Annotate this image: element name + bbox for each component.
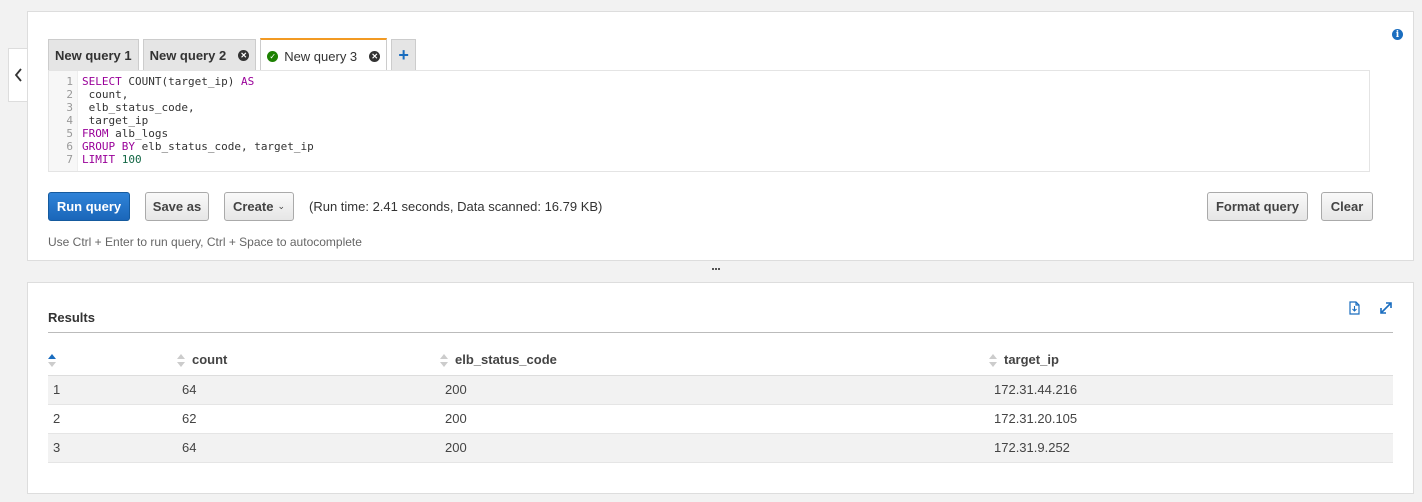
create-dropdown-button[interactable]: Create ⌄ [224, 192, 294, 221]
code-line: 2 count, [49, 88, 128, 101]
sort-icon [48, 354, 57, 368]
collapse-sidebar-toggle[interactable] [8, 48, 28, 102]
code-line: 5 FROM alb_logs [49, 127, 168, 140]
keyboard-hint: Use Ctrl + Enter to run query, Ctrl + Sp… [48, 235, 362, 249]
table-cell: 3 [48, 433, 177, 463]
code-text: elb_status_code, [82, 101, 195, 114]
run-query-label: Run query [56, 199, 122, 214]
table-header-row: count elb_status_code target_ip [48, 345, 1393, 376]
plus-icon: + [398, 45, 409, 65]
tab-label: New query 3 [284, 48, 358, 64]
save-as-label: Save as [152, 199, 202, 214]
clear-label: Clear [1330, 199, 1364, 214]
query-tabs: New query 1 New query 2 ✕ ✓ New query 3 … [48, 37, 420, 72]
line-number: 6 [66, 140, 73, 153]
column-header-elb-status-code[interactable]: elb_status_code [440, 345, 989, 376]
caret-down-icon: ⌄ [277, 201, 285, 211]
code-text: FROM alb_logs [82, 127, 169, 140]
table-cell: 2 [48, 404, 177, 434]
format-query-button[interactable]: Format query [1207, 192, 1308, 221]
tab-new-query-1[interactable]: New query 1 [48, 39, 139, 71]
table-cell: 172.31.44.216 [989, 375, 1393, 405]
table-cell: 200 [440, 404, 989, 434]
line-number: 3 [66, 101, 73, 114]
table-row: 3 64 200 172.31.9.252 [48, 433, 1393, 463]
format-query-label: Format query [1215, 199, 1300, 214]
table-cell: 200 [440, 375, 989, 405]
results-table: count elb_status_code target_ip 1 64 200… [48, 345, 1393, 463]
code-line: 6 GROUP BY elb_status_code, target_ip [49, 140, 313, 153]
code-text: SELECT COUNT(target_ip) AS [82, 75, 255, 88]
create-label: Create [232, 199, 274, 214]
table-row: 2 62 200 172.31.20.105 [48, 404, 1393, 434]
column-header-count[interactable]: count [177, 345, 440, 376]
line-number: 5 [66, 127, 73, 140]
code-line: 4 target_ip [49, 114, 148, 127]
expand-icon[interactable] [1379, 301, 1393, 315]
code-text: target_ip [82, 114, 149, 127]
check-circle-icon: ✓ [267, 50, 279, 62]
panel-resize-handle[interactable] [712, 268, 722, 272]
line-number: 7 [66, 153, 73, 166]
download-csv-icon[interactable] [1347, 301, 1361, 315]
sort-icon [177, 354, 186, 368]
code-line: 1 SELECT COUNT(target_ip) AS [49, 75, 254, 88]
sort-icon [440, 354, 449, 368]
close-icon[interactable]: ✕ [238, 50, 250, 61]
tab-label: New query 1 [55, 48, 132, 63]
line-number: 4 [66, 114, 73, 127]
close-icon[interactable]: ✕ [369, 50, 381, 62]
query-editor-panel: i New query 1 New query 2 ✕ ✓ New query … [27, 11, 1414, 261]
code-line: 7 LIMIT 100 [49, 153, 141, 166]
table-row: 1 64 200 172.31.44.216 [48, 375, 1393, 405]
table-cell: 200 [440, 433, 989, 463]
tab-new-query-2[interactable]: New query 2 ✕ [142, 39, 257, 71]
run-query-button[interactable]: Run query [48, 192, 130, 221]
tab-new-query-3[interactable]: ✓ New query 3 ✕ [260, 38, 388, 72]
results-title: Results [48, 310, 95, 325]
column-header-rownum[interactable] [48, 345, 177, 376]
code-text: GROUP BY elb_status_code, target_ip [82, 140, 314, 153]
chevron-left-icon [14, 68, 22, 82]
table-cell: 62 [177, 404, 440, 434]
table-cell: 1 [48, 375, 177, 405]
table-cell: 172.31.9.252 [989, 433, 1393, 463]
code-text: LIMIT 100 [82, 153, 142, 166]
line-number: 2 [66, 88, 73, 101]
column-header-target-ip[interactable]: target_ip [989, 345, 1393, 376]
save-as-button[interactable]: Save as [145, 192, 209, 221]
results-panel: Results count elb_status_code target_ip … [27, 282, 1414, 494]
sql-editor[interactable]: 1 SELECT COUNT(target_ip) AS 2 count, 3 elb… [48, 70, 1370, 172]
table-cell: 64 [177, 433, 440, 463]
info-icon[interactable]: i [1392, 29, 1403, 40]
line-number: 1 [66, 75, 73, 88]
clear-button[interactable]: Clear [1321, 192, 1373, 221]
table-cell: 64 [177, 375, 440, 405]
code-text: count, [82, 88, 129, 101]
code-line: 3 elb_status_code, [49, 101, 194, 114]
divider [48, 332, 1393, 333]
tab-label: New query 2 [149, 48, 227, 63]
sort-icon [989, 354, 998, 368]
run-info-text: (Run time: 2.41 seconds, Data scanned: 1… [309, 199, 603, 214]
table-cell: 172.31.20.105 [989, 404, 1393, 434]
add-tab-button[interactable]: + [391, 39, 417, 71]
